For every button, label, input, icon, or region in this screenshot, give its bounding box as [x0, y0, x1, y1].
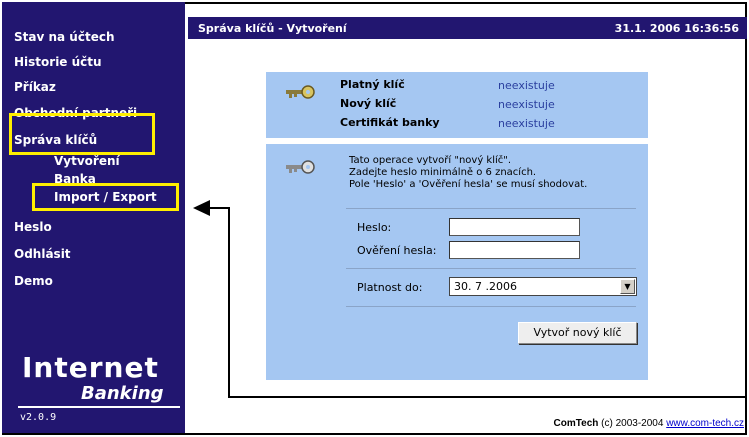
header-bar: Správa klíčů - Vytvoření 31.1. 2006 16:3…	[188, 17, 747, 39]
info-line-1: Tato operace vytvoří "nový klíč".	[349, 155, 512, 166]
create-key-panel: Tato operace vytvoří "nový klíč". Zadejt…	[266, 144, 648, 380]
password-input[interactable]	[449, 218, 580, 236]
create-key-button[interactable]: Vytvoř nový klíč	[518, 322, 637, 344]
footer-link[interactable]: www.com-tech.cz	[666, 418, 744, 429]
footer-brand: ComTech	[553, 418, 599, 429]
status-value-platny-klic: neexistuje	[498, 79, 555, 92]
confirm-password-label: Ověření hesla:	[357, 244, 437, 257]
status-value-certifikat-banky: neexistuje	[498, 117, 555, 130]
divider	[346, 268, 636, 269]
confirm-password-input[interactable]	[449, 241, 580, 259]
key-icon	[286, 85, 315, 99]
chevron-down-icon[interactable]: ▼	[620, 279, 635, 294]
info-line-3: Pole 'Heslo' a 'Ověření hesla' se musí s…	[349, 179, 588, 190]
datetime: 31.1. 2006 16:36:56	[614, 22, 739, 35]
status-label-novy-klic: Nový klíč	[340, 97, 397, 110]
info-line-2: Zadejte heslo minimálně o 6 znacích.	[349, 167, 537, 178]
validity-select[interactable]: 30. 7 .2006 ▼	[449, 277, 637, 296]
divider	[346, 208, 636, 209]
footer: ComTech (c) 2003-2004 www.com-tech.cz	[554, 418, 744, 429]
validity-value: 30. 7 .2006	[454, 280, 517, 293]
validity-label: Platnost do:	[357, 281, 423, 294]
status-label-certifikat-banky: Certifikát banky	[340, 116, 440, 129]
key-icon	[286, 160, 315, 174]
key-status-panel: Platný klíč neexistuje Nový klíč neexist…	[266, 72, 648, 138]
status-value-novy-klic: neexistuje	[498, 98, 555, 111]
divider	[346, 306, 636, 307]
password-label: Heslo:	[357, 221, 392, 234]
page-title: Správa klíčů - Vytvoření	[198, 22, 347, 35]
status-label-platny-klic: Platný klíč	[340, 78, 405, 91]
footer-copyright: (c) 2003-2004	[598, 418, 667, 429]
